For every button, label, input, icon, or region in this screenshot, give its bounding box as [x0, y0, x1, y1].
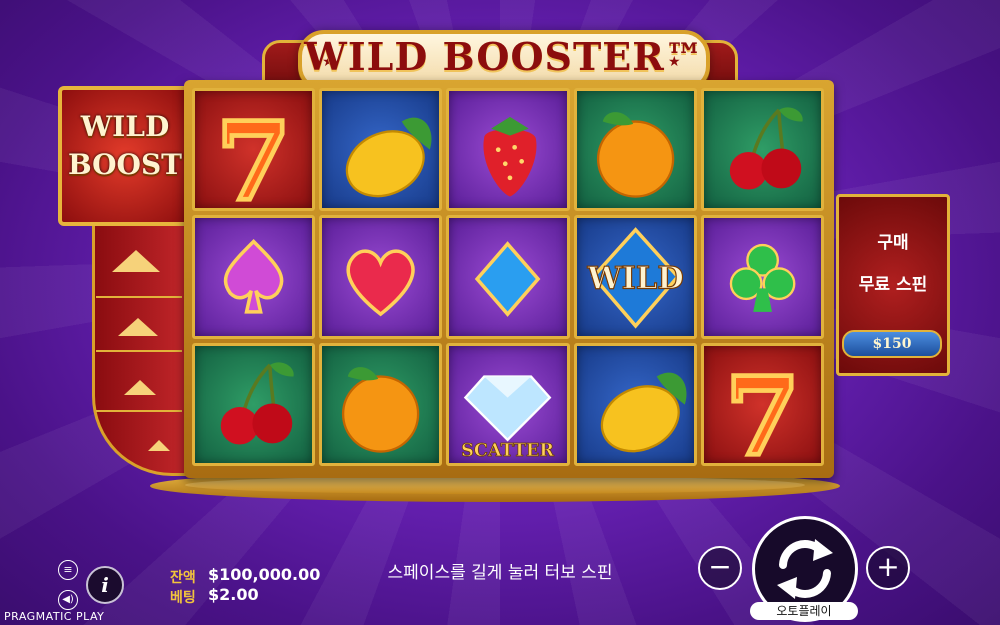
bet-value: $2.00 — [208, 585, 259, 604]
game-title: WILD BOOSTER™ — [304, 34, 704, 79]
wild-boost-label: WILD BOOST — [58, 108, 192, 184]
svg-text:7: 7 — [216, 99, 291, 208]
reel-cell-seven: 7 — [700, 342, 824, 466]
meter-divider — [96, 350, 182, 352]
reel-cell-wild: WILD — [573, 215, 697, 339]
cherries-symbol-icon — [729, 107, 803, 190]
reel-base-top — [185, 476, 805, 494]
balance-label: 잔액 — [170, 570, 196, 586]
turbo-spin-hint: 스페이스를 길게 눌러 터보 스핀 — [387, 563, 613, 583]
orange-symbol-icon — [342, 366, 420, 453]
lemon-symbol-icon — [345, 117, 432, 198]
club-symbol-icon — [729, 244, 796, 313]
up-arrow-icon — [118, 318, 158, 336]
scatter-label: SCATTER — [462, 440, 555, 461]
provider-logo: PRAGMATIC PLAY — [4, 610, 105, 623]
reel-cell-lemon — [573, 342, 697, 466]
reel-cell-diamond — [446, 215, 570, 339]
up-arrow-icon — [112, 250, 160, 272]
strawberry-symbol-icon — [483, 116, 537, 197]
reel-cell-club — [700, 215, 824, 339]
menu-icon[interactable]: ≡ — [58, 560, 78, 580]
bet-label: 베팅 — [170, 590, 196, 606]
wild-symbol-icon: WILD — [585, 227, 684, 329]
wild-boost-line2: BOOST — [67, 148, 183, 181]
wild-label: WILD — [586, 261, 683, 297]
meter-divider — [96, 410, 182, 412]
reel-cell-strawberry — [446, 88, 570, 212]
reel-cell-orange — [573, 88, 697, 212]
heart-symbol-icon — [346, 249, 415, 317]
reel-cell-spade — [192, 215, 316, 339]
reel-grid[interactable]: 7 WILD SCATTER 7 — [192, 88, 824, 466]
info-button[interactable]: i — [86, 566, 124, 604]
up-arrow-icon — [148, 440, 170, 451]
spade-symbol-icon — [223, 239, 284, 314]
balance-value: $100,000.00 — [208, 565, 321, 584]
orange-symbol-icon — [596, 112, 674, 198]
reel-cell-cherries — [192, 342, 316, 466]
svg-text:7: 7 — [725, 354, 800, 463]
lemon-symbol-icon — [600, 372, 687, 452]
wild-boost-line1: WILD — [80, 110, 170, 143]
increase-bet-button[interactable]: + — [866, 546, 910, 590]
decrease-bet-button[interactable]: − — [698, 546, 742, 590]
reel-cell-orange — [319, 342, 443, 466]
diamond-symbol-icon — [475, 241, 541, 318]
meter-divider — [96, 296, 182, 298]
reel-cell-seven: 7 — [192, 88, 316, 212]
autoplay-button[interactable]: 오토플레이 — [750, 602, 858, 620]
scatter-symbol-icon: SCATTER — [461, 375, 555, 461]
reel-cell-cherries — [700, 88, 824, 212]
reel-cell-heart — [319, 215, 443, 339]
cherries-symbol-icon — [220, 362, 294, 445]
free-spins-label: 무료 스핀 — [858, 275, 928, 295]
buy-price-badge[interactable]: $150 — [842, 330, 942, 358]
reel-cell-scatter: SCATTER — [446, 342, 570, 466]
reel-cell-lemon — [319, 88, 443, 212]
sound-icon[interactable]: ◀) — [58, 590, 78, 610]
up-arrow-icon — [124, 380, 156, 395]
seven-symbol-icon: 7 — [214, 97, 294, 209]
buy-label: 구매 — [877, 233, 909, 253]
seven-symbol-icon: 7 — [723, 351, 803, 463]
